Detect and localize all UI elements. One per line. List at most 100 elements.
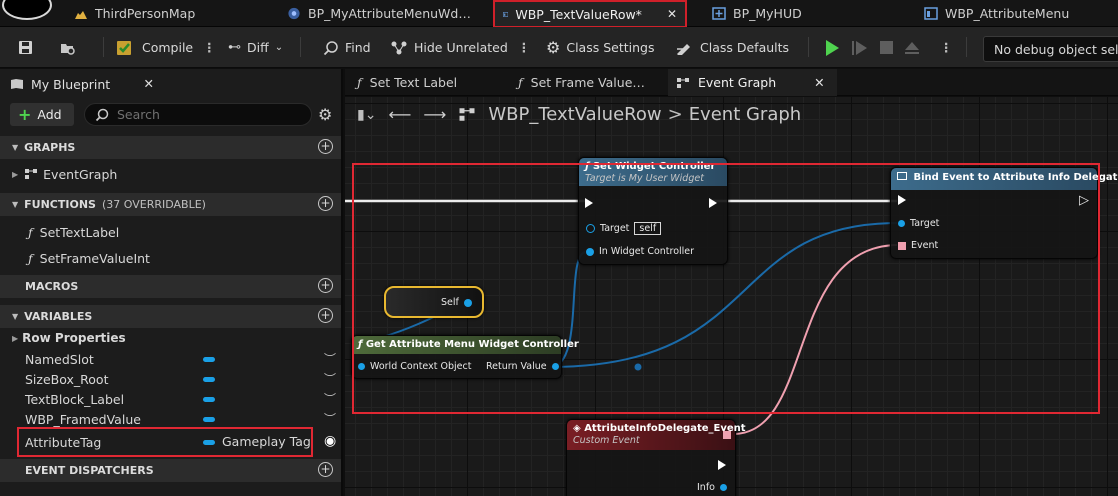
add-graph-icon[interactable]: + (318, 139, 333, 154)
target-default-value[interactable]: self (634, 222, 662, 235)
variable-category-row-properties[interactable]: ▶ Row Properties (0, 329, 341, 347)
stop-button[interactable] (880, 27, 893, 68)
world-context-pin[interactable]: World Context Object (358, 361, 471, 372)
eye-closed-icon[interactable]: ︶ (324, 350, 336, 367)
in-widget-controller-pin[interactable]: In Widget Controller (586, 246, 694, 257)
tab-wbp-textvaluerow[interactable]: WBP_TextValueRow* ✕ (493, 0, 687, 28)
function-item-settextlabel[interactable]: ƒ SetTextLabel (0, 221, 341, 243)
node-bind-event[interactable]: Bind Event to Attribute Info Delegate ▷ … (890, 167, 1118, 259)
resume-button[interactable] (852, 27, 867, 68)
section-label: MACROS (25, 280, 79, 293)
diff-button[interactable]: ⊷ Diff ⌄ (228, 27, 283, 68)
tab-set-frame-value[interactable]: ƒ Set Frame Value… (518, 69, 645, 96)
overridable-count: (37 OVERRIDABLE) (101, 198, 206, 211)
my-blueprint-icon (11, 79, 23, 89)
eye-closed-icon[interactable]: ︶ (324, 370, 336, 387)
variable-item[interactable]: NamedSlot ︶ (0, 348, 341, 370)
close-tab-icon[interactable]: ✕ (667, 7, 677, 21)
class-defaults-icon (677, 43, 690, 55)
tab-my-blueprint[interactable]: My Blueprint ✕ (2, 72, 162, 96)
step-resume-icon (852, 40, 867, 55)
play-button[interactable] (826, 27, 839, 68)
function-icon: ƒ (357, 75, 362, 90)
class-settings-button[interactable]: ⚙ Class Settings (546, 27, 654, 68)
exec-in-pin[interactable] (585, 198, 593, 208)
event-pin[interactable]: Event (898, 240, 938, 251)
section-macros[interactable]: MACROS + (0, 275, 341, 298)
settings-gear-icon[interactable]: ⚙ (318, 105, 332, 124)
pin-label: Target (600, 223, 630, 234)
hide-unrelated-button[interactable]: Hide Unrelated ⋮ (390, 27, 530, 68)
object-type-pill-icon (203, 397, 215, 402)
info-pin[interactable]: Info (697, 482, 727, 493)
search-icon (95, 108, 109, 121)
section-variables[interactable]: ▼ VARIABLES + (0, 305, 341, 328)
function-icon: ƒ (28, 224, 33, 240)
variable-item[interactable]: TextBlock_Label ︶ (0, 388, 341, 410)
class-defaults-button[interactable]: Class Defaults (676, 27, 789, 68)
add-function-icon[interactable]: + (318, 196, 333, 211)
tab-set-text-label[interactable]: ƒ Set Text Label (357, 69, 457, 96)
close-panel-icon[interactable]: ✕ (144, 76, 154, 91)
exec-pin-icon (585, 198, 593, 208)
node-set-widget-controller[interactable]: ƒ Set Widget Controller Target is My Use… (578, 157, 728, 265)
variable-category-label: Row Properties (22, 331, 126, 345)
node-header: ƒ Set Widget Controller Target is My Use… (579, 158, 727, 186)
object-pin-icon (898, 220, 905, 227)
return-value-pin[interactable]: Return Value (486, 361, 559, 372)
graph-item-eventgraph[interactable]: ▶ EventGraph (0, 163, 341, 185)
play-options-button[interactable]: ⋮ (936, 27, 953, 68)
tab-bp-myhud[interactable]: BP_MyHUD (712, 0, 802, 27)
node-header: ƒ Get Attribute Menu Widget Controller (352, 336, 579, 354)
tab-thirdpersonmap[interactable]: ThirdPersonMap (74, 0, 195, 27)
exec-in-pin[interactable] (898, 195, 906, 205)
add-macro-icon[interactable]: + (318, 278, 333, 293)
exec-pin-icon (709, 198, 717, 208)
eye-closed-icon[interactable]: ︶ (324, 410, 336, 427)
exec-out-pin[interactable] (709, 198, 717, 208)
target-pin[interactable]: Target self (586, 222, 662, 235)
exec-out-pin[interactable] (718, 460, 726, 470)
browse-button[interactable] (60, 27, 76, 68)
delegate-pin-icon (898, 241, 906, 250)
delegate-output-pin[interactable] (723, 431, 731, 439)
collapse-arrow-icon: ▶ (12, 333, 19, 343)
node-self[interactable]: Self (384, 286, 484, 318)
function-item-setframevalueint[interactable]: ƒ SetFrameValueInt (0, 247, 341, 269)
struct-pin-icon (719, 484, 727, 491)
add-event-dispatcher-icon[interactable]: + (318, 462, 333, 477)
plus-icon: + (18, 105, 32, 124)
eye-closed-icon[interactable]: ︶ (324, 390, 336, 407)
add-variable-icon[interactable]: + (318, 308, 333, 323)
eject-button[interactable] (905, 27, 919, 68)
tab-label: WBP_TextValueRow* (515, 6, 642, 22)
exec-out-pin[interactable]: ▷ (1079, 193, 1089, 208)
save-button[interactable] (18, 27, 33, 68)
compile-button[interactable]: Compile ⋮ (116, 27, 216, 68)
tab-wbp-attributemenu[interactable]: WBP_AttributeMenu (924, 0, 1069, 27)
target-pin[interactable]: Target (898, 218, 939, 229)
collapse-arrow-icon: ▶ (12, 169, 19, 179)
close-tab-icon[interactable]: ✕ (814, 75, 824, 90)
hide-unrelated-options-icon[interactable]: ⋮ (518, 40, 531, 55)
debug-object-select[interactable]: No debug object selected (983, 36, 1118, 62)
add-button[interactable]: + Add (10, 103, 74, 126)
eye-open-icon[interactable]: ◉ (324, 433, 336, 449)
node-attributeinfodelegate-event[interactable]: ◈ AttributeInfoDelegate_Event Custom Eve… (566, 419, 746, 496)
section-event-dispatchers[interactable]: EVENT DISPATCHERS + (0, 459, 341, 482)
section-functions[interactable]: ▼ FUNCTIONS (37 OVERRIDABLE) + (0, 193, 341, 216)
find-button[interactable]: Find (323, 27, 371, 68)
node-get-attribute-menu-widget-controller[interactable]: ƒ Get Attribute Menu Widget Controller W… (351, 335, 579, 379)
section-label: EVENT DISPATCHERS (25, 464, 154, 477)
variable-item[interactable]: SizeBox_Root ︶ (0, 368, 341, 390)
section-graphs[interactable]: ▼ GRAPHS + (0, 136, 341, 159)
variable-name: WBP_FramedValue (25, 411, 141, 427)
compile-options-icon[interactable]: ⋮ (203, 40, 216, 55)
tab-event-graph[interactable]: Event Graph ✕ (668, 69, 837, 96)
self-output-pin[interactable]: Self (441, 297, 472, 308)
search-input[interactable]: Search (84, 103, 312, 126)
gear-icon: ⚙ (546, 38, 561, 57)
unreal-logo-icon[interactable] (2, 0, 52, 20)
event-graph-canvas[interactable]: ▮⌄ ⟵ ⟶ WBP_TextValueRow > Event Graph ƒ … (345, 97, 1118, 496)
tab-bp-myattributemenuwd[interactable]: BP_MyAttributeMenuWd… (287, 0, 471, 27)
